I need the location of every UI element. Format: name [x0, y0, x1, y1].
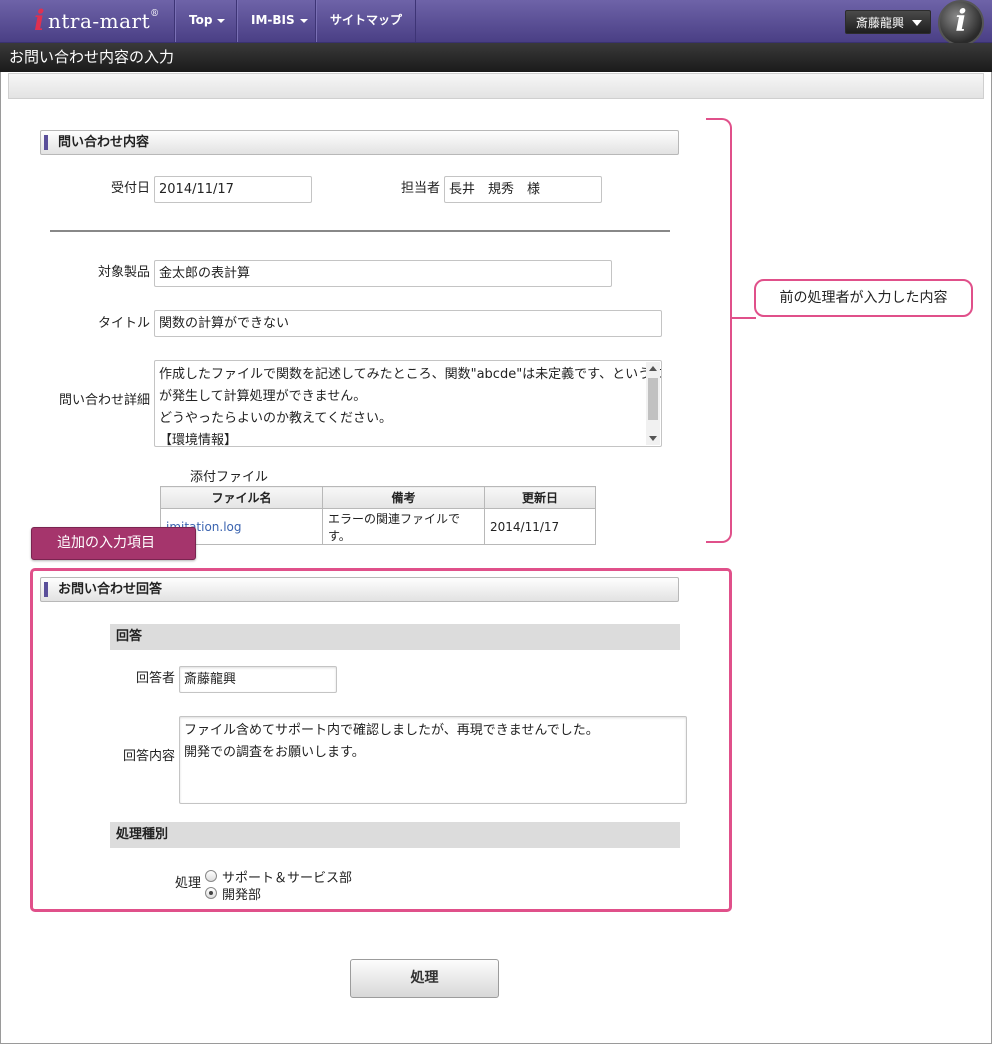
- detail-line: 作成したファイルで関数を記述してみたところ、関数"abcde"は未定義です、とい…: [159, 367, 662, 382]
- logo-wordmark: ntra-mart: [48, 9, 151, 33]
- user-name: 斎藤龍興: [856, 16, 905, 30]
- detail-line: が発生して計算処理ができません。: [159, 389, 367, 404]
- product-label: 対象製品: [97, 265, 150, 280]
- answer-content-label: 回答内容: [122, 749, 175, 764]
- scroll-down-icon[interactable]: [649, 436, 657, 441]
- note-cell: エラーの関連ファイルです。: [322, 508, 485, 545]
- detail-label: 問い合わせ詳細: [58, 393, 150, 408]
- previous-content-bracket: [706, 118, 732, 543]
- product-field: 金太郎の表計算: [154, 260, 612, 287]
- radio-development[interactable]: [205, 887, 217, 899]
- section-divider: [50, 230, 670, 232]
- radio-development-label[interactable]: 開発部: [222, 884, 261, 903]
- process-label: 処理: [174, 876, 201, 891]
- table-row: imitation.log エラーの関連ファイルです。 2014/11/17: [160, 508, 596, 545]
- title-label: タイトル: [97, 316, 150, 331]
- page-title: お問い合わせ内容の入力: [9, 48, 175, 66]
- chevron-down-icon: [217, 18, 226, 23]
- answer-section-heading: お問い合わせ回答: [40, 577, 679, 602]
- nav-im-bis[interactable]: IM-BIS: [236, 0, 322, 42]
- detail-line: どうやったらよいのか教えてください。: [159, 411, 392, 426]
- col-header-date: 更新日: [484, 486, 596, 509]
- process-submit-button[interactable]: 処理: [350, 959, 499, 998]
- bracket-pointer: [732, 317, 756, 319]
- process-type-subheading: 処理種別: [110, 822, 680, 848]
- col-header-filename: ファイル名: [160, 486, 323, 509]
- table-header-row: ファイル名 備考 更新日: [160, 486, 596, 509]
- nav-top-label: Top: [189, 13, 213, 27]
- logo-text[interactable]: ntra-mart®: [48, 9, 160, 33]
- col-header-note: 備考: [322, 486, 485, 509]
- top-navbar: i ntra-mart® Top IM-BIS サイトマップ 斎藤龍興 i: [0, 0, 992, 46]
- nav-sitemap[interactable]: サイトマップ: [315, 0, 416, 42]
- logo-mark-icon: i: [34, 4, 45, 37]
- received-date-label: 受付日: [110, 181, 150, 196]
- inquiry-section-heading: 問い合わせ内容: [40, 130, 679, 155]
- avatar-letter: i: [955, 4, 967, 39]
- chevron-down-icon: [912, 20, 922, 26]
- attachment-table: ファイル名 備考 更新日 imitation.log エラーの関連ファイルです。…: [160, 486, 596, 545]
- person-label: 担当者: [400, 181, 440, 196]
- answer-line: ファイル含めてサポート内で確認しましたが、再現できませんでした。: [184, 723, 599, 738]
- answer-line: 開発での調査をお願いします。: [184, 745, 365, 760]
- nav-im-bis-label: IM-BIS: [251, 13, 295, 27]
- received-date-field: 2014/11/17: [154, 176, 312, 203]
- answerer-input[interactable]: 斎藤龍興: [179, 666, 337, 693]
- nav-sitemap-label: サイトマップ: [330, 13, 403, 27]
- detail-scrollbar[interactable]: [646, 362, 660, 445]
- scroll-thumb[interactable]: [648, 378, 658, 420]
- attachment-label: 添付ファイル: [190, 470, 269, 485]
- avatar[interactable]: i: [938, 0, 984, 46]
- page-title-bar: お問い合わせ内容の入力: [0, 43, 992, 72]
- person-field: 長井 規秀 様: [444, 176, 602, 203]
- previous-content-callout: 前の処理者が入力した内容: [754, 279, 973, 317]
- nav-top[interactable]: Top: [174, 0, 239, 42]
- answer-content-textarea[interactable]: ファイル含めてサポート内で確認しましたが、再現できませんでした。 開発での調査を…: [179, 716, 687, 804]
- added-fields-badge: 追加の入力項目: [31, 527, 196, 560]
- logo-reg-mark: ®: [150, 9, 160, 19]
- detail-textarea[interactable]: 作成したファイルで関数を記述してみたところ、関数"abcde"は未定義です、とい…: [154, 360, 662, 447]
- chevron-down-icon: [299, 18, 308, 23]
- toolbar-strip: [8, 73, 984, 99]
- scroll-up-icon[interactable]: [649, 366, 657, 371]
- user-menu-button[interactable]: 斎藤龍興: [845, 10, 931, 34]
- date-cell: 2014/11/17: [484, 508, 596, 545]
- answerer-label: 回答者: [135, 671, 175, 686]
- answer-subheading: 回答: [110, 624, 680, 650]
- title-field: 関数の計算ができない: [154, 310, 662, 337]
- radio-support-service[interactable]: [205, 870, 217, 882]
- detail-line: 【環境情報】: [159, 433, 238, 447]
